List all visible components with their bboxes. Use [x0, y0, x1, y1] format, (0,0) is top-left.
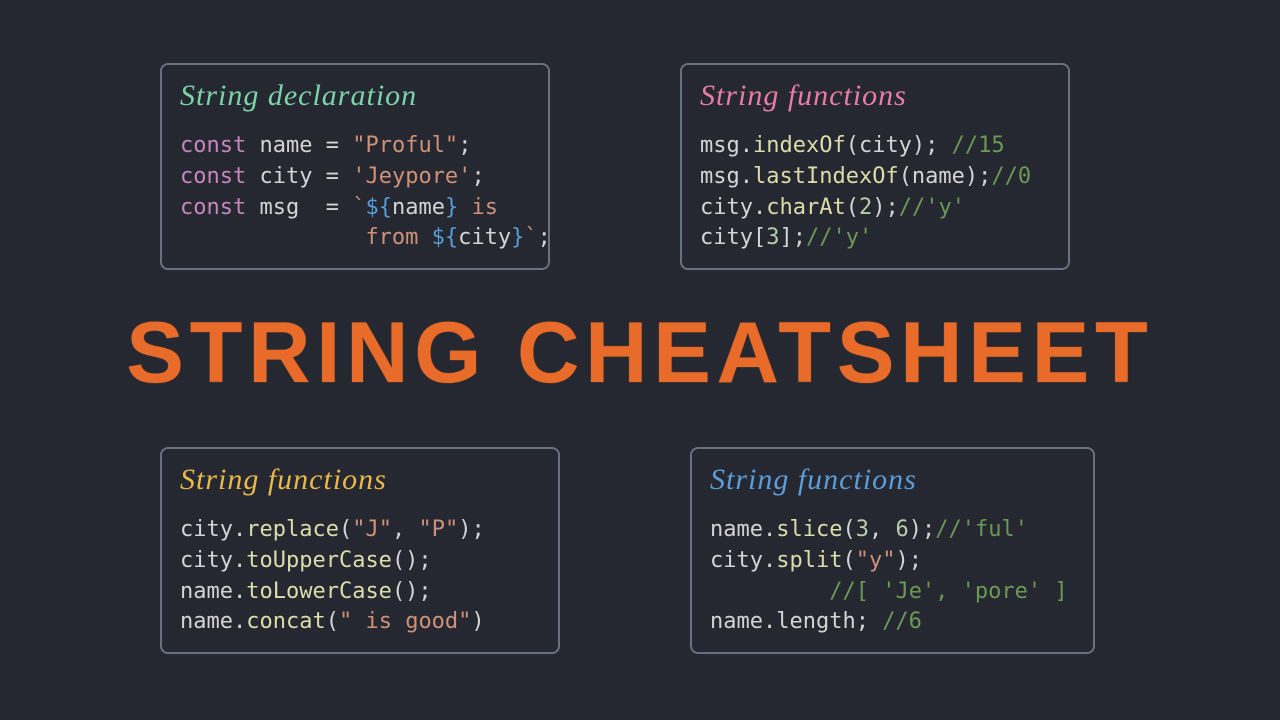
- string-functions-box-bottom-left: String functions city.replace("J", "P");…: [160, 447, 560, 654]
- string-functions-box-top-right: String functions msg.indexOf(city); //15…: [680, 63, 1070, 270]
- code-line: name.toLowerCase();: [180, 577, 540, 608]
- main-title: STRING CHEATSHEET: [0, 304, 1280, 403]
- code-line: const city = 'Jeypore';: [180, 162, 530, 193]
- code-line: from ${city}`;: [180, 223, 530, 254]
- code-line: city.charAt(2);//'y': [700, 193, 1050, 224]
- code-line: //[ 'Je', 'pore' ]: [710, 577, 1075, 608]
- code-line: city.toUpperCase();: [180, 546, 540, 577]
- string-functions-box-bottom-right: String functions name.slice(3, 6);//'ful…: [690, 447, 1095, 654]
- code-line: msg.lastIndexOf(name);//0: [700, 162, 1050, 193]
- code-line: msg.indexOf(city); //15: [700, 131, 1050, 162]
- code-line: name.concat(" is good"): [180, 607, 540, 638]
- code-line: city.split("y");: [710, 546, 1075, 577]
- code-line: name.length; //6: [710, 607, 1075, 638]
- box-title: String functions: [180, 463, 540, 497]
- code-line: const msg = `${name} is: [180, 193, 530, 224]
- box-title: String functions: [700, 79, 1050, 113]
- code-line: name.slice(3, 6);//'ful': [710, 515, 1075, 546]
- code-line: city.replace("J", "P");: [180, 515, 540, 546]
- box-title: String functions: [710, 463, 1075, 497]
- string-declaration-box: String declaration const name = "Proful"…: [160, 63, 550, 270]
- code-line: city[3];//'y': [700, 223, 1050, 254]
- code-line: const name = "Proful";: [180, 131, 530, 162]
- box-title: String declaration: [180, 79, 530, 113]
